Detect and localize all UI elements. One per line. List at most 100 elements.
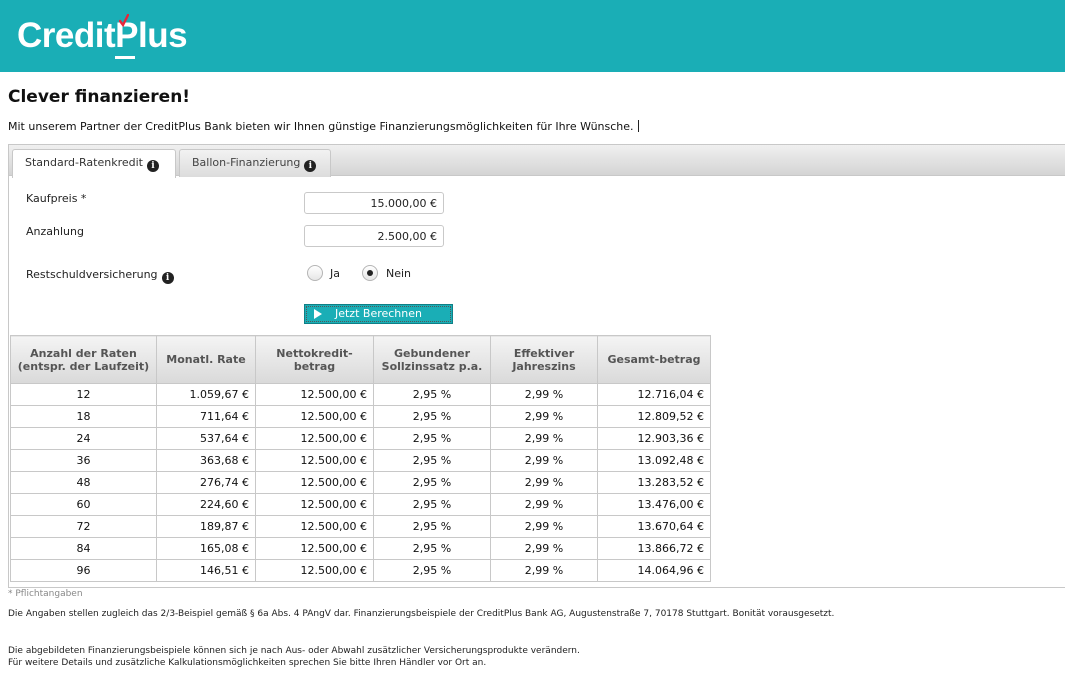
cell-rate: 165,08 € bbox=[156, 537, 256, 560]
cell-netto: 12.500,00 € bbox=[255, 449, 374, 472]
anzahlung-input[interactable] bbox=[304, 225, 444, 247]
cell-raten: 18 bbox=[10, 405, 157, 428]
col-header-anzahl: Anzahl der Raten (entspr. der Laufzeit) bbox=[10, 335, 157, 384]
table-row: 12 1.059,67 €12.500,00 €2,95 % 2,99 % 12.71… bbox=[10, 383, 711, 406]
kaufpreis-input[interactable] bbox=[304, 192, 444, 214]
cell-raten: 96 bbox=[10, 559, 157, 582]
cell-gesamt: 13.670,64 € bbox=[597, 515, 711, 538]
cell-sollzins: 2,95 % bbox=[373, 449, 491, 472]
page-title: Clever finanzieren! bbox=[8, 87, 191, 107]
cell-effzins: 2,99 % bbox=[490, 405, 598, 428]
cell-rate: 363,68 € bbox=[156, 449, 256, 472]
tab-ballon-label: Ballon-Finanzierung bbox=[192, 156, 301, 169]
financing-panel: Standard-Ratenkredit i Ballon-Finanzierun… bbox=[8, 144, 1065, 588]
intro-text: Mit unserem Partner der CreditPlus Bank … bbox=[8, 120, 639, 134]
cell-raten: 72 bbox=[10, 515, 157, 538]
text-cursor bbox=[637, 120, 639, 132]
table-row: 72 189,87 €12.500,00 €2,95 % 2,99 % 13.670,… bbox=[10, 515, 711, 538]
checkmark-icon bbox=[119, 14, 130, 28]
logo-underline bbox=[115, 56, 136, 59]
table-row: 18 711,64 €12.500,00 €2,95 % 2,99 % 12.809,… bbox=[10, 405, 711, 428]
info-icon[interactable]: i bbox=[146, 160, 159, 172]
header-bar: CreditP lus bbox=[0, 0, 1065, 72]
required-note: * Pflichtangaben bbox=[8, 589, 83, 599]
cell-effzins: 2,99 % bbox=[490, 559, 598, 582]
play-icon bbox=[314, 309, 322, 319]
rsv-radio-nein-label[interactable]: Nein bbox=[386, 267, 411, 281]
cell-sollzins: 2,95 % bbox=[373, 427, 491, 450]
legal-note: Die Angaben stellen zugleich das 2/3-Bei… bbox=[8, 609, 835, 619]
rsv-radio-ja[interactable] bbox=[307, 265, 323, 281]
cell-effzins: 2,99 % bbox=[490, 493, 598, 516]
rsv-label-text: Restschuldversicherung bbox=[26, 268, 158, 281]
cell-netto: 12.500,00 € bbox=[255, 427, 374, 450]
logo-p-mark: P bbox=[115, 14, 138, 59]
cell-gesamt: 13.283,52 € bbox=[597, 471, 711, 494]
cell-gesamt: 12.809,52 € bbox=[597, 405, 711, 428]
col-header-nettokreditbetrag: Nettokredit-betrag bbox=[255, 335, 374, 384]
table-row: 48 276,74 €12.500,00 €2,95 % 2,99 % 13.283,… bbox=[10, 471, 711, 494]
cell-sollzins: 2,95 % bbox=[373, 493, 491, 516]
cell-raten: 12 bbox=[10, 383, 157, 406]
cell-effzins: 2,99 % bbox=[490, 383, 598, 406]
intro-text-content: Mit unserem Partner der CreditPlus Bank … bbox=[8, 120, 634, 133]
rsv-radio-ja-label[interactable]: Ja bbox=[330, 267, 340, 281]
cell-netto: 12.500,00 € bbox=[255, 537, 374, 560]
cell-gesamt: 12.903,36 € bbox=[597, 427, 711, 450]
cell-sollzins: 2,95 % bbox=[373, 537, 491, 560]
cell-effzins: 2,99 % bbox=[490, 515, 598, 538]
cell-effzins: 2,99 % bbox=[490, 537, 598, 560]
anzahlung-label: Anzahlung bbox=[26, 225, 84, 238]
logo-text-credit: Credit bbox=[17, 16, 116, 55]
cell-effzins: 2,99 % bbox=[490, 449, 598, 472]
rates-table: Anzahl der Raten (entspr. der Laufzeit) … bbox=[10, 335, 711, 582]
info-icon[interactable]: i bbox=[161, 272, 174, 284]
col-header-gesamtbetrag: Gesamt-betrag bbox=[597, 335, 711, 384]
cell-sollzins: 2,95 % bbox=[373, 471, 491, 494]
cell-netto: 12.500,00 € bbox=[255, 383, 374, 406]
cell-netto: 12.500,00 € bbox=[255, 405, 374, 428]
table-header-row: Anzahl der Raten (entspr. der Laufzeit) … bbox=[10, 335, 711, 384]
table-row: 96 146,51 €12.500,00 €2,95 % 2,99 % 14.064,… bbox=[10, 559, 711, 582]
restschuldversicherung-label: Restschuldversicherung i bbox=[26, 268, 174, 284]
logo-text-lus: lus bbox=[137, 16, 188, 55]
table-row: 36 363,68 €12.500,00 €2,95 % 2,99 % 13.092,… bbox=[10, 449, 711, 472]
col-header-sollzinssatz: Gebundener Sollzinssatz p.a. bbox=[373, 335, 491, 384]
cell-rate: 146,51 € bbox=[156, 559, 256, 582]
col-header-monatl-rate: Monatl. Rate bbox=[156, 335, 256, 384]
variation-note: Die abgebildeten Finanzierungsbeispiele … bbox=[8, 646, 580, 656]
tab-ballon-finanzierung[interactable]: Ballon-Finanzierung i bbox=[179, 149, 331, 177]
cell-netto: 12.500,00 € bbox=[255, 515, 374, 538]
cell-raten: 24 bbox=[10, 427, 157, 450]
cell-rate: 537,64 € bbox=[156, 427, 256, 450]
tab-standard-label: Standard-Ratenkredit bbox=[25, 156, 143, 169]
tab-standard-ratenkredit[interactable]: Standard-Ratenkredit i bbox=[12, 149, 176, 178]
cell-gesamt: 14.064,96 € bbox=[597, 559, 711, 582]
cell-rate: 1.059,67 € bbox=[156, 383, 256, 406]
cell-raten: 48 bbox=[10, 471, 157, 494]
cell-raten: 84 bbox=[10, 537, 157, 560]
cell-rate: 224,60 € bbox=[156, 493, 256, 516]
table-row: 24 537,64 €12.500,00 €2,95 % 2,99 % 12.903,… bbox=[10, 427, 711, 450]
info-icon[interactable]: i bbox=[304, 160, 317, 172]
creditplus-logo[interactable]: CreditP lus bbox=[17, 14, 188, 59]
kaufpreis-label: Kaufpreis * bbox=[26, 192, 87, 205]
cell-sollzins: 2,95 % bbox=[373, 515, 491, 538]
col-header-effektiver-jahreszins: Effektiver Jahreszins bbox=[490, 335, 598, 384]
tab-bar: Standard-Ratenkredit i Ballon-Finanzierun… bbox=[9, 144, 1065, 178]
table-row: 60 224,60 €12.500,00 €2,95 % 2,99 % 13.476,… bbox=[10, 493, 711, 516]
cell-gesamt: 13.476,00 € bbox=[597, 493, 711, 516]
cell-sollzins: 2,95 % bbox=[373, 559, 491, 582]
cell-sollzins: 2,95 % bbox=[373, 383, 491, 406]
jetzt-berechnen-button[interactable]: Jetzt Berechnen bbox=[304, 304, 453, 324]
cell-rate: 189,87 € bbox=[156, 515, 256, 538]
cell-gesamt: 13.092,48 € bbox=[597, 449, 711, 472]
cell-rate: 276,74 € bbox=[156, 471, 256, 494]
cell-effzins: 2,99 % bbox=[490, 471, 598, 494]
cell-effzins: 2,99 % bbox=[490, 427, 598, 450]
cell-rate: 711,64 € bbox=[156, 405, 256, 428]
cell-netto: 12.500,00 € bbox=[255, 471, 374, 494]
cell-sollzins: 2,95 % bbox=[373, 405, 491, 428]
rsv-radio-nein[interactable] bbox=[362, 265, 378, 281]
dealer-note: Für weitere Details und zusätzliche Kalk… bbox=[8, 658, 487, 668]
